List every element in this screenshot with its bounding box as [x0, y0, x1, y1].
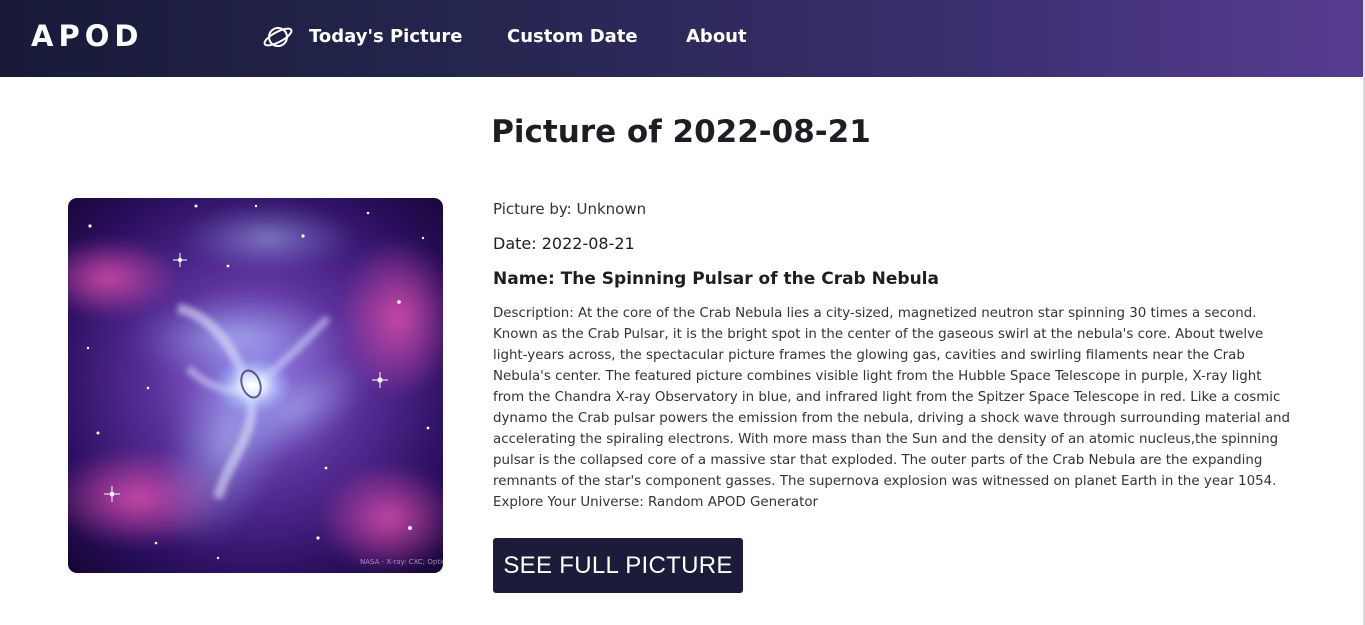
page-title: Picture of 2022-08-21 [491, 114, 871, 150]
picture-name: Name: The Spinning Pulsar of the Crab Ne… [493, 269, 939, 289]
picture-description: Description: At the core of the Crab Neb… [493, 306, 1291, 510]
top-navbar: APOD Today's Picture Custom Date About [0, 0, 1363, 77]
image-credit: NASA - X-ray: CXC; Optic [360, 558, 443, 566]
picture-author: Picture by: Unknown [493, 200, 647, 218]
crab-nebula-image: NASA - X-ray: CXC; Optic [68, 198, 443, 573]
nav-todays-picture[interactable]: Today's Picture [309, 26, 463, 47]
apod-image: NASA - X-ray: CXC; Optic [68, 198, 443, 573]
nav-custom-date[interactable]: Custom Date [507, 26, 638, 47]
see-full-picture-button[interactable]: SEE FULL PICTURE [493, 538, 743, 593]
brand-logo[interactable]: APOD [31, 19, 143, 53]
picture-date: Date: 2022-08-21 [493, 234, 635, 253]
planet-icon [262, 22, 294, 52]
nav-about[interactable]: About [686, 26, 747, 47]
